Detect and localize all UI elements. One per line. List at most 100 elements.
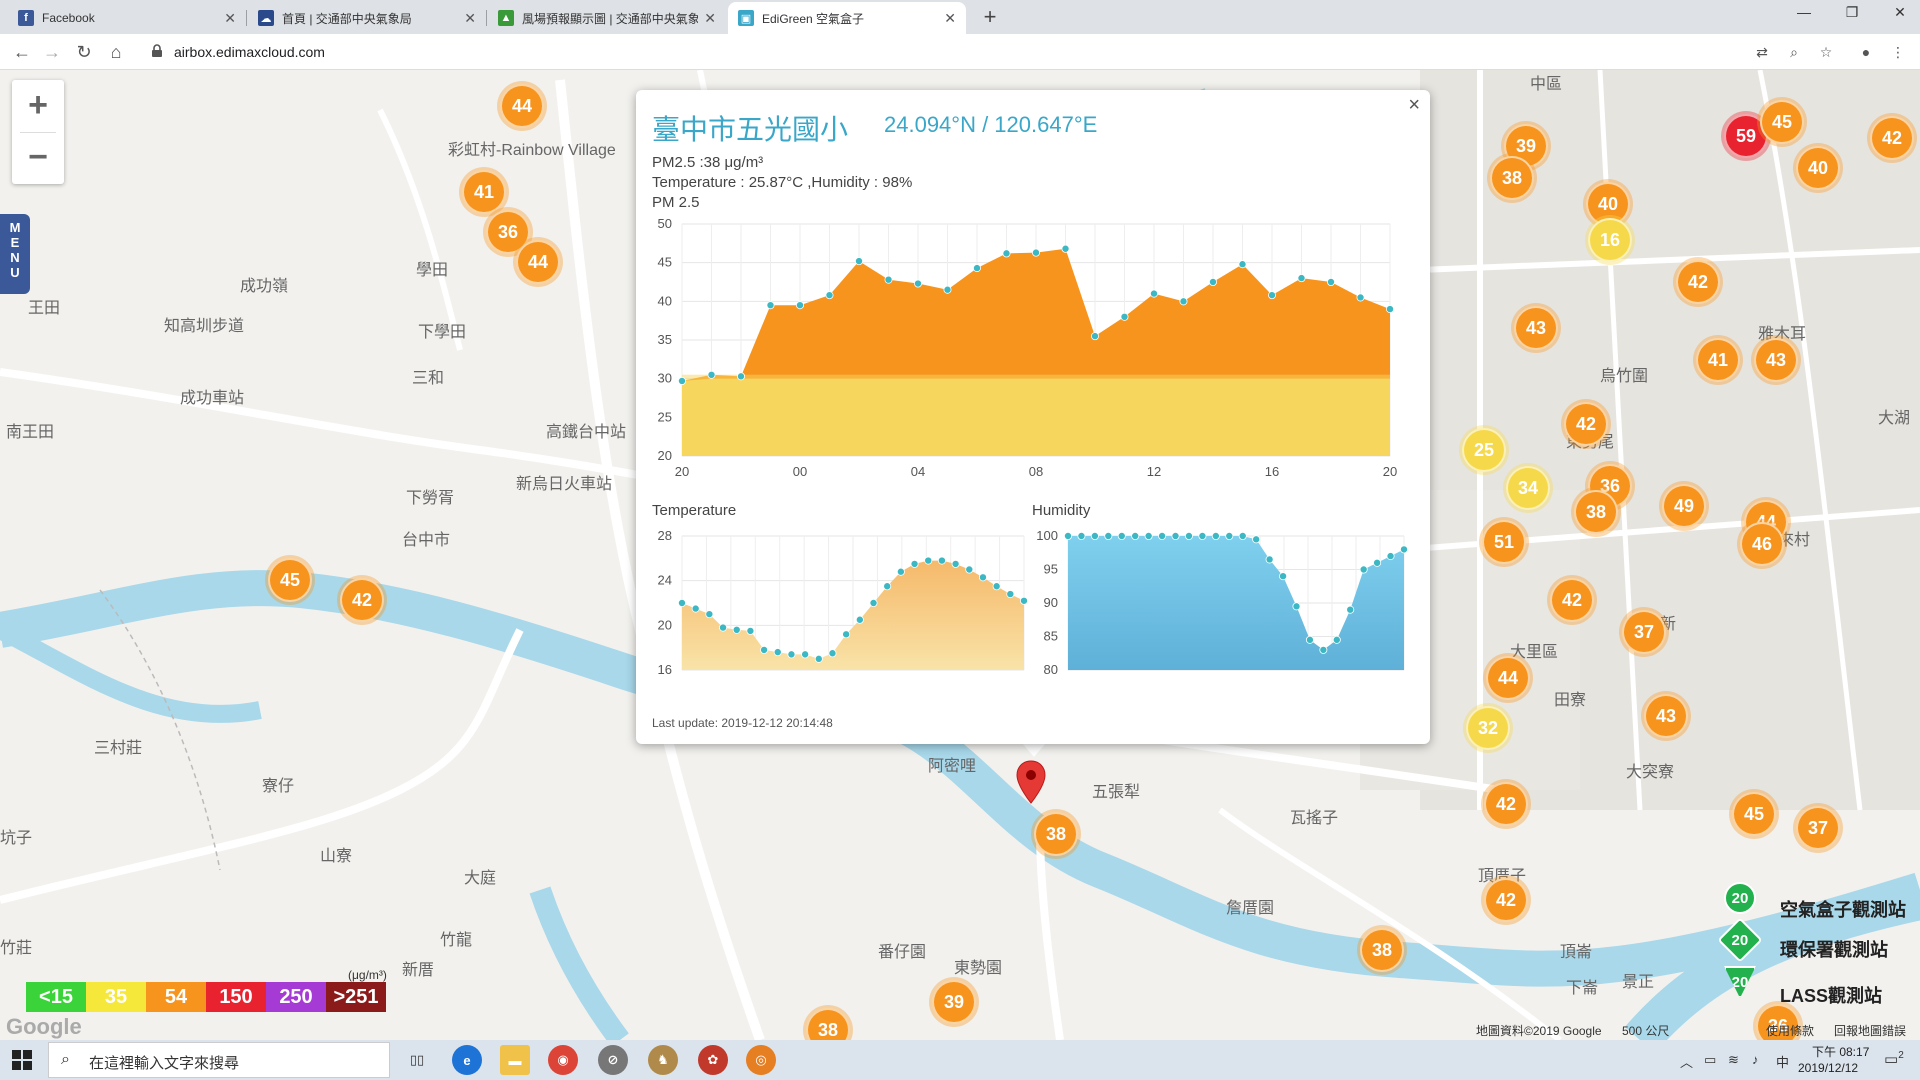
chrome-icon[interactable]: ◉ — [548, 1045, 578, 1075]
more-menu-icon[interactable]: ⋮ — [1888, 42, 1908, 62]
data-point — [1359, 565, 1368, 574]
pm25-marker[interactable]: 25 — [1462, 428, 1506, 472]
pm25-marker[interactable]: 45 — [268, 558, 312, 602]
volume-icon[interactable]: ♪ — [1752, 1052, 1759, 1067]
facebook-icon: f — [18, 10, 34, 26]
terms-link[interactable]: 使用條款 — [1766, 1022, 1814, 1039]
pm25-marker[interactable]: 37 — [1796, 806, 1840, 850]
data-point — [1120, 312, 1129, 321]
address-bar[interactable]: airbox.edimaxcloud.com — [174, 44, 325, 60]
tab-wind-map[interactable]: ▲ 風場預報顯示圖 | 交通部中央氣象局 ✕ — [488, 2, 726, 34]
google-logo[interactable]: Google — [6, 1014, 82, 1040]
report-map-error-link[interactable]: 回報地圖錯誤 — [1834, 1022, 1906, 1039]
tab-edigreen[interactable]: ▣ EdiGreen 空氣盒子 ✕ — [728, 2, 966, 34]
pm25-marker[interactable]: 43 — [1644, 694, 1688, 738]
cwb-icon: ☁ — [258, 10, 274, 26]
legend-unit: (μg/m³) — [348, 968, 387, 982]
pm25-marker[interactable]: 45 — [1732, 792, 1776, 836]
place-label: 東勢園 — [954, 960, 1003, 977]
app-icon-2[interactable]: ♞ — [648, 1045, 678, 1075]
map-scale: 500 公尺 — [1622, 1024, 1670, 1038]
tab-cwb[interactable]: ☁ 首頁 | 交通部中央氣象局 ✕ — [248, 2, 486, 34]
pm25-marker[interactable]: 42 — [340, 578, 384, 622]
wifi-icon[interactable]: ≋ — [1728, 1052, 1739, 1068]
pm25-marker[interactable]: 42 — [1676, 260, 1720, 304]
pm25-marker[interactable]: 38 — [1360, 928, 1404, 972]
place-label: 新厝 — [402, 962, 435, 979]
pm25-marker[interactable]: 42 — [1484, 878, 1528, 922]
pm25-marker[interactable]: 42 — [1564, 402, 1608, 446]
legend-item: >251 — [326, 982, 386, 1012]
ime-indicator[interactable]: 中 — [1776, 1052, 1789, 1071]
bookmark-star-icon[interactable]: ☆ — [1816, 42, 1836, 62]
new-tab-button[interactable]: + — [976, 4, 1004, 30]
pm25-marker[interactable]: 49 — [1662, 484, 1706, 528]
pm25-marker[interactable]: 44 — [500, 84, 544, 128]
pm25-marker[interactable]: 32 — [1466, 706, 1510, 750]
show-hidden-icons-icon[interactable]: ︿ — [1680, 1052, 1693, 1071]
data-point — [1002, 249, 1011, 258]
last-update: Last update: 2019-12-12 20:14:48 — [652, 716, 833, 730]
data-point — [1031, 248, 1040, 257]
pm25-marker[interactable]: 41 — [1696, 338, 1740, 382]
pm25-marker[interactable]: 40 — [1796, 146, 1840, 190]
pm25-marker[interactable]: 38 — [1574, 490, 1618, 534]
pm25-marker[interactable]: 42 — [1550, 578, 1594, 622]
pm25-marker[interactable]: 51 — [1482, 520, 1526, 564]
battery-icon[interactable]: ▭ — [1704, 1052, 1716, 1068]
data-point — [1386, 552, 1395, 561]
y-tick-label: 95 — [1044, 562, 1058, 577]
pm25-marker[interactable]: 43 — [1514, 306, 1558, 350]
place-label: 烏竹圍 — [1600, 368, 1649, 385]
close-icon[interactable]: ✕ — [944, 10, 956, 27]
close-icon[interactable]: ✕ — [464, 10, 476, 27]
pm25-marker[interactable]: 46 — [1740, 522, 1784, 566]
pm25-marker[interactable]: 37 — [1622, 610, 1666, 654]
app-icon-1[interactable]: ⊘ — [598, 1045, 628, 1075]
translate-icon[interactable]: ⇄ — [1752, 42, 1772, 62]
zoom-out-button[interactable]: − — [12, 132, 64, 184]
zoom-icon[interactable]: ⌕ — [1784, 42, 1804, 62]
home-icon[interactable]: ⌂ — [104, 40, 128, 64]
forward-icon[interactable]: → — [40, 40, 64, 64]
temperature-chart: 16 20 24 28 — [658, 528, 1028, 677]
pm25-marker[interactable]: 41 — [462, 170, 506, 214]
pm25-marker[interactable]: 39 — [932, 980, 976, 1024]
clock-time[interactable]: 下午 08:17 — [1812, 1043, 1869, 1060]
close-icon[interactable]: ✕ — [704, 10, 716, 27]
location-pin-icon[interactable] — [1016, 760, 1046, 804]
pm25-marker[interactable]: 38 — [1034, 812, 1078, 856]
menu-button[interactable]: MENU — [0, 214, 30, 294]
back-icon[interactable]: ← — [10, 40, 34, 64]
clock-date[interactable]: 2019/12/12 — [1798, 1061, 1858, 1075]
task-view-icon[interactable]: ▯▯ — [402, 1045, 432, 1075]
app-icon-3[interactable]: ✿ — [698, 1045, 728, 1075]
data-point — [1019, 596, 1028, 605]
profile-icon[interactable]: ● — [1856, 42, 1876, 62]
reload-icon[interactable]: ↻ — [72, 40, 96, 64]
restore-button[interactable]: ❐ — [1832, 4, 1872, 21]
windows-start-icon[interactable] — [12, 1050, 32, 1070]
app-icon-4[interactable]: ◎ — [746, 1045, 776, 1075]
pm25-marker[interactable]: 44 — [516, 240, 560, 284]
pm25-marker[interactable]: 42 — [1484, 782, 1528, 826]
pm25-marker[interactable]: 42 — [1870, 116, 1914, 160]
pm25-marker[interactable]: 44 — [1486, 656, 1530, 700]
pm25-marker[interactable]: 34 — [1506, 466, 1550, 510]
file-explorer-icon[interactable]: ▬ — [500, 1045, 530, 1075]
window-close-button[interactable]: ✕ — [1880, 4, 1920, 21]
pm25-marker[interactable]: 16 — [1588, 218, 1632, 262]
lock-icon[interactable] — [150, 44, 164, 58]
edge-icon[interactable]: e — [452, 1045, 482, 1075]
pm25-marker[interactable]: 45 — [1760, 100, 1804, 144]
close-icon[interactable]: ✕ — [224, 10, 236, 27]
notifications-icon[interactable]: ▭2 — [1884, 1050, 1904, 1068]
place-label: 竹龍 — [440, 932, 473, 949]
y-tick-label: 24 — [658, 573, 672, 588]
pm25-marker[interactable]: 43 — [1754, 338, 1798, 382]
pm25-marker[interactable]: 38 — [1490, 156, 1534, 200]
tab-facebook[interactable]: f Facebook ✕ — [8, 2, 246, 34]
taskbar-search-input[interactable]: ⌕ 在這裡輸入文字來搜尋 — [48, 1042, 390, 1078]
zoom-in-button[interactable]: + — [12, 80, 64, 132]
minimize-button[interactable]: — — [1784, 4, 1824, 20]
